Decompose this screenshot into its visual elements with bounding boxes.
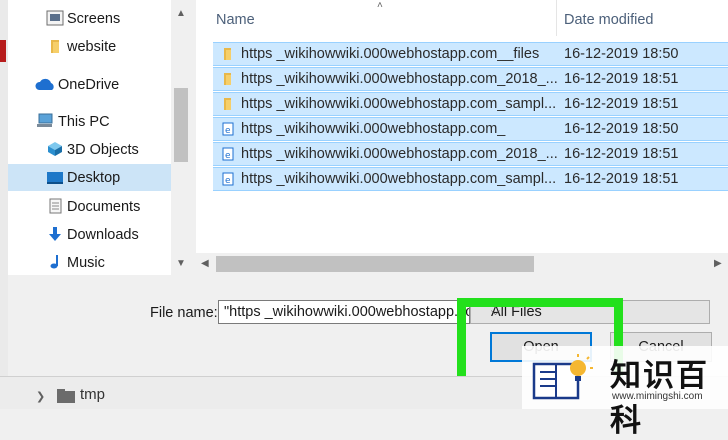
- file-row[interactable]: https _wikihowwiki.000webhostapp.com__fi…: [213, 42, 728, 66]
- downloads-icon: [49, 227, 61, 241]
- 3d-objects-icon: [48, 142, 62, 156]
- folder-icon: [51, 40, 59, 53]
- html-file-icon: e: [222, 147, 234, 161]
- navigation-scroll-thumb[interactable]: [174, 88, 188, 162]
- folder-icon: [224, 73, 231, 85]
- scroll-right-arrow-icon[interactable]: ▶: [714, 258, 722, 269]
- nav-item-desktop[interactable]: Desktop: [8, 164, 171, 191]
- chevron-right-icon[interactable]: ❯: [36, 390, 45, 403]
- folder-icon: [57, 389, 75, 403]
- background-window-edge: [0, 40, 6, 62]
- file-name-input[interactable]: "https _wikihowwiki.000webhostapp.com: [218, 300, 470, 324]
- music-icon: [50, 255, 58, 269]
- nav-item-music[interactable]: Music: [8, 249, 171, 276]
- file-row[interactable]: e https _wikihowwiki.000webhostapp.com_2…: [213, 142, 728, 166]
- column-header-name[interactable]: Name: [216, 12, 255, 28]
- desktop-icon: [47, 172, 63, 184]
- book-lightbulb-logo-icon: [532, 354, 593, 400]
- column-divider: [556, 0, 557, 36]
- folder-icon: [224, 98, 231, 110]
- horizontal-scroll-thumb[interactable]: [216, 256, 534, 272]
- display-folder-icon: [46, 10, 64, 26]
- html-file-icon: e: [222, 172, 234, 186]
- svg-text:e: e: [225, 151, 231, 161]
- file-row[interactable]: e https _wikihowwiki.000webhostapp.com_ …: [213, 117, 728, 141]
- svg-text:e: e: [225, 176, 231, 186]
- nav-item-this-pc[interactable]: This PC: [8, 108, 171, 135]
- watermark-url: www.mimingshi.com: [612, 391, 703, 402]
- svg-text:e: e: [225, 126, 231, 136]
- file-row[interactable]: e https _wikihowwiki.000webhostapp.com_s…: [213, 167, 728, 191]
- column-header-date[interactable]: Date modified: [564, 12, 653, 28]
- folder-icon: [224, 48, 231, 60]
- nav-item-screens[interactable]: Screens: [8, 5, 171, 32]
- file-row[interactable]: https _wikihowwiki.000webhostapp.com_201…: [213, 67, 728, 91]
- navigation-pane: Screens website OneDrive This PC 3D Obje…: [8, 0, 191, 275]
- onedrive-cloud-icon: [35, 78, 54, 90]
- scroll-down-arrow-icon[interactable]: ▼: [176, 258, 186, 269]
- documents-icon: [49, 198, 62, 214]
- computer-icon: [37, 113, 53, 127]
- nav-item-3d-objects[interactable]: 3D Objects: [8, 136, 171, 163]
- tree-item-tmp[interactable]: tmp: [80, 386, 105, 403]
- file-name-label: File name:: [150, 305, 218, 321]
- nav-item-documents[interactable]: Documents: [8, 193, 171, 220]
- nav-item-onedrive[interactable]: OneDrive: [8, 71, 171, 98]
- scroll-left-arrow-icon[interactable]: ◀: [201, 258, 209, 269]
- scroll-up-arrow-icon[interactable]: ▲: [176, 8, 186, 19]
- file-row[interactable]: https _wikihowwiki.000webhostapp.com_sam…: [213, 92, 728, 116]
- sort-arrow-icon: ˄: [377, 0, 383, 11]
- html-file-icon: e: [222, 122, 234, 136]
- nav-item-downloads[interactable]: Downloads: [8, 221, 171, 248]
- nav-item-website[interactable]: website: [8, 33, 171, 60]
